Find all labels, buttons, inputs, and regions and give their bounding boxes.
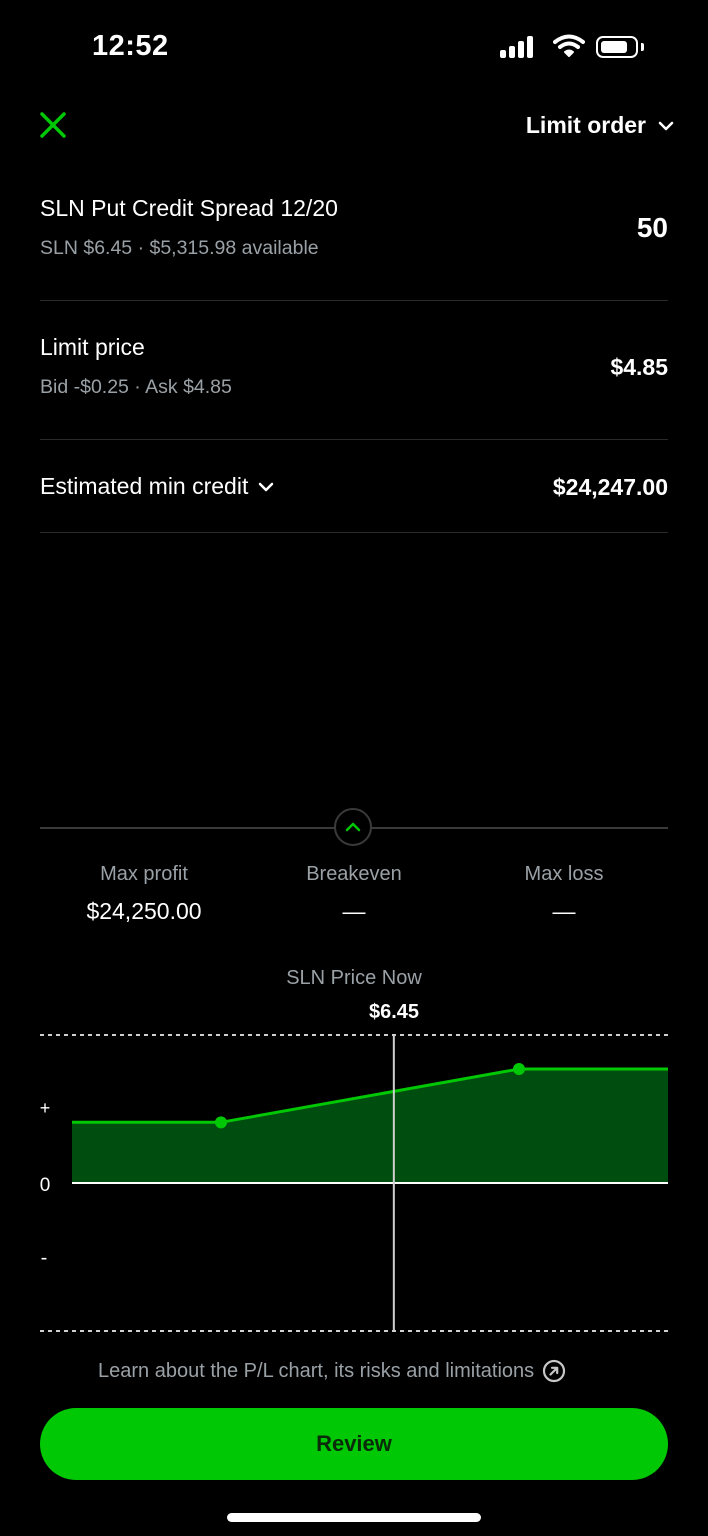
home-indicator bbox=[227, 1513, 481, 1522]
max-profit-label: Max profit bbox=[100, 863, 188, 885]
current-price-label: $6.45 bbox=[368, 1001, 420, 1023]
position-title: SLN Put Credit Spread 12/20 bbox=[40, 195, 338, 221]
order-type-label: Limit order bbox=[525, 112, 646, 138]
pl-area bbox=[72, 1069, 668, 1183]
status-time: 12:52 bbox=[92, 30, 169, 62]
breakeven-value: — bbox=[342, 898, 366, 924]
max-loss-label: Max loss bbox=[524, 863, 604, 885]
learn-link-text: Learn about the P/L chart, its risks and… bbox=[98, 1359, 535, 1382]
close-button[interactable] bbox=[36, 108, 70, 142]
external-link-icon bbox=[543, 1359, 566, 1383]
y-tick-label: 0 bbox=[40, 1175, 51, 1196]
quantity-field[interactable]: 50 bbox=[637, 212, 668, 244]
limit-price-title: Limit price bbox=[40, 334, 145, 360]
limit-price-field[interactable]: $4.85 bbox=[610, 354, 668, 381]
battery-icon bbox=[596, 36, 638, 58]
collapse-chart-button[interactable] bbox=[334, 808, 372, 846]
limit-price-subtitle: Bid -$0.25 · Ask $4.85 bbox=[40, 376, 232, 398]
divider bbox=[40, 300, 668, 301]
divider bbox=[40, 439, 668, 440]
learn-link[interactable]: Learn about the P/L chart, its risks and… bbox=[98, 1359, 566, 1383]
close-icon bbox=[40, 112, 66, 138]
chevron-down-icon bbox=[658, 121, 674, 130]
divider bbox=[40, 532, 668, 533]
y-tick-label: - bbox=[41, 1247, 48, 1269]
signal-icon bbox=[500, 34, 540, 58]
max-loss-value: — bbox=[552, 898, 576, 924]
pl-point bbox=[513, 1063, 525, 1076]
wifi-icon bbox=[553, 34, 585, 57]
chart-title: SLN Price Now bbox=[286, 967, 422, 989]
status-icons bbox=[500, 34, 650, 62]
estimate-title: Estimated min credit bbox=[40, 473, 249, 499]
max-profit-value: $24,250.00 bbox=[86, 898, 202, 924]
pl-chart: + 0 - bbox=[40, 1034, 668, 1332]
order-type-selector[interactable]: Limit order bbox=[526, 112, 674, 139]
position-subtitle: SLN $6.45 · $5,315.98 available bbox=[40, 237, 319, 259]
chevron-down-icon bbox=[259, 482, 274, 491]
pl-point bbox=[215, 1116, 227, 1129]
chevron-up-icon bbox=[345, 822, 361, 832]
estimate-dropdown[interactable]: Estimated min credit bbox=[40, 473, 274, 500]
review-button[interactable]: Review bbox=[40, 1408, 668, 1480]
breakeven-label: Breakeven bbox=[306, 863, 402, 885]
estimate-value: $24,247.00 bbox=[552, 474, 668, 500]
y-tick-label: + bbox=[40, 1098, 51, 1118]
